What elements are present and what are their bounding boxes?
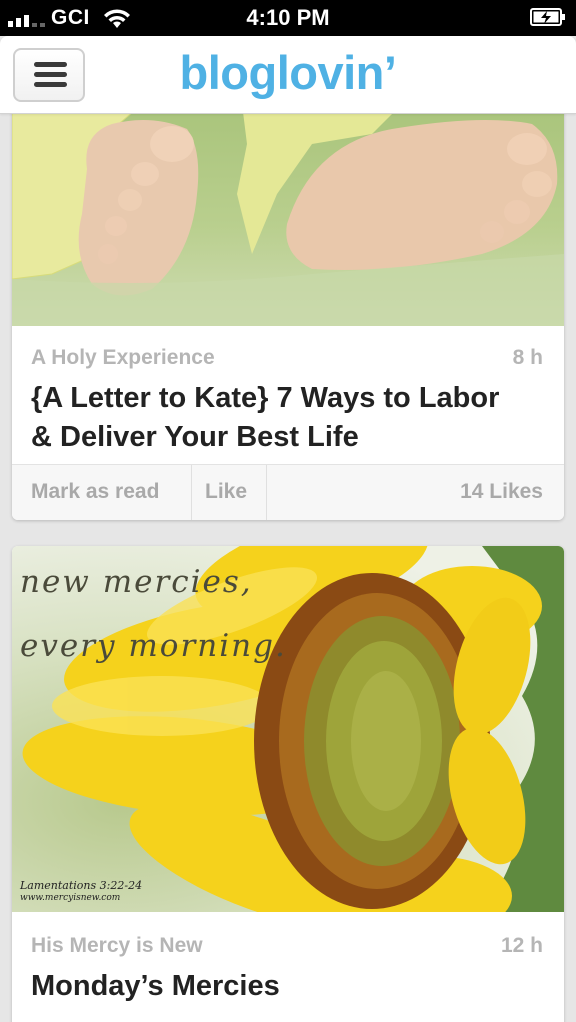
post-image[interactable]: new mercies, every morning. Lamentations… bbox=[12, 546, 564, 912]
post-title-line: {A Letter to Kate} 7 Ways to Labor bbox=[31, 382, 500, 414]
post-image[interactable] bbox=[12, 114, 564, 326]
sunflower-image bbox=[22, 546, 564, 912]
blog-name[interactable]: A Holy Experience bbox=[31, 346, 215, 369]
image-credit: www.mercyisnew.com bbox=[20, 893, 121, 903]
status-time: 4:10 PM bbox=[246, 5, 330, 30]
post-card[interactable]: A Holy Experience 8 h {A Letter to Kate}… bbox=[12, 114, 564, 520]
post-actions: Mark as read Like 14 Likes bbox=[12, 464, 564, 520]
post-meta: A Holy Experience 8 h bbox=[31, 346, 543, 370]
post-title-line: & Deliver Your Best Life bbox=[31, 421, 359, 453]
divider bbox=[266, 465, 267, 520]
likes-count: 14 Likes bbox=[460, 480, 543, 503]
battery-charging-icon bbox=[530, 8, 565, 26]
like-button[interactable]: Like bbox=[205, 465, 247, 520]
divider bbox=[191, 465, 192, 520]
feed: A Holy Experience 8 h {A Letter to Kate}… bbox=[0, 114, 576, 1022]
blog-name[interactable]: His Mercy is New bbox=[31, 934, 203, 957]
mark-as-read-button[interactable]: Mark as read bbox=[31, 465, 159, 520]
post-title[interactable]: {A Letter to Kate} 7 Ways to Labor & Del… bbox=[31, 379, 544, 457]
post-age: 12 h bbox=[500, 934, 543, 957]
image-caption: every morning. bbox=[20, 628, 287, 664]
post-card[interactable]: new mercies, every morning. Lamentations… bbox=[12, 546, 564, 1022]
image-credit: Lamentations 3:22-24 bbox=[20, 879, 143, 892]
post-age: 8 h bbox=[512, 346, 543, 369]
app-logo: bloglovin’ bbox=[179, 46, 397, 99]
post-meta: His Mercy is New 12 h bbox=[31, 934, 543, 958]
status-bar: GCI 4:10 PM bbox=[0, 0, 576, 36]
app-header: bloglovin’ bbox=[0, 36, 576, 114]
image-caption: new mercies, bbox=[20, 564, 253, 600]
baby-feet-image bbox=[12, 114, 564, 326]
post-title[interactable]: Monday’s Mercies bbox=[31, 967, 544, 1006]
